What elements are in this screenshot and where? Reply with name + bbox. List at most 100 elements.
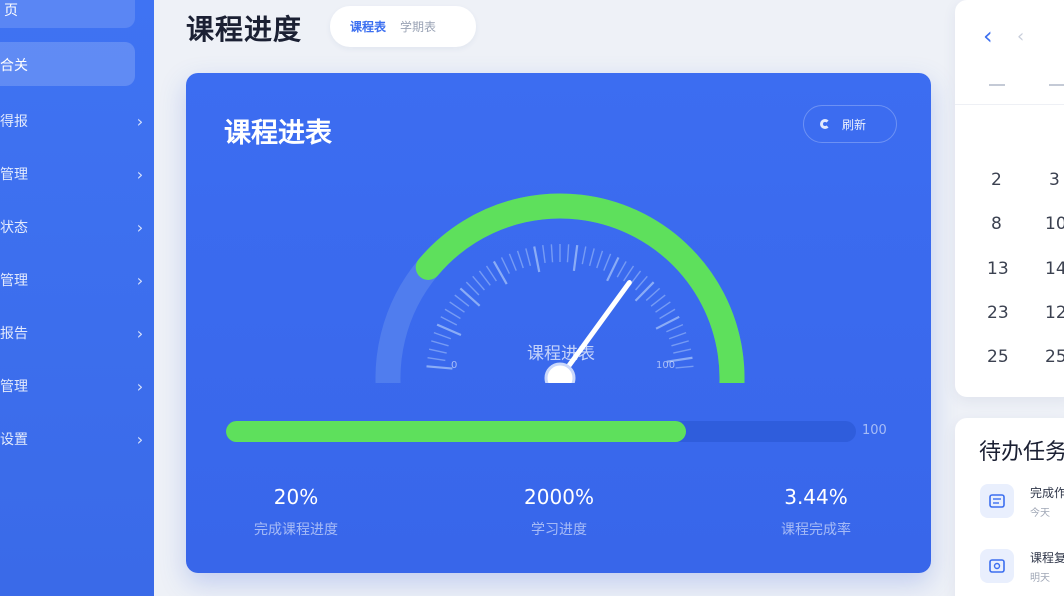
document-icon	[980, 484, 1014, 518]
gauge-tick	[581, 246, 587, 265]
chevron-right-icon: ›	[136, 217, 144, 237]
gauge-tick	[444, 308, 461, 320]
calendar-day[interactable]: 10	[1045, 214, 1064, 234]
sidebar-item-label: 管理	[0, 273, 28, 289]
todo-panel: 待办任务 完成作业 今天 课程复习 明天	[955, 418, 1064, 596]
sidebar-item-5[interactable]: 报告 ›	[0, 313, 154, 353]
gauge-tick	[655, 315, 680, 330]
progress-bar-fill	[226, 421, 686, 442]
sidebar-item-label: 设置	[0, 432, 28, 448]
gauge-tick	[500, 257, 511, 274]
todo-item[interactable]: 完成作业 今天	[980, 484, 1064, 524]
sidebar-item-label: 管理	[0, 167, 28, 183]
stat-2: 2000% 学习进度	[469, 485, 649, 539]
gauge-tick	[634, 281, 655, 302]
sidebar-item-label: 合关	[0, 58, 28, 74]
sidebar: 页 合关 得报 › 管理 › 状态 › 管理 › 报告 › 管理 › 设置 ›	[0, 0, 154, 596]
gauge-tick	[426, 365, 453, 370]
gauge-tick	[433, 331, 452, 340]
todo-item[interactable]: 课程复习 明天	[980, 549, 1064, 589]
calendar-day[interactable]: 8	[991, 214, 1002, 234]
stat-3: 3.44% 课程完成率	[726, 485, 906, 539]
gauge-tick	[533, 246, 541, 273]
stat-value: 20%	[273, 485, 319, 509]
sidebar-item-7[interactable]: 设置 ›	[0, 419, 154, 459]
sidebar-item-2[interactable]: 管理 ›	[0, 154, 154, 194]
gauge-tick	[465, 281, 480, 296]
chevron-right-icon: ›	[136, 429, 144, 449]
gauge-tick	[516, 250, 524, 269]
sidebar-item-label: 状态	[0, 220, 28, 236]
stat-value: 3.44%	[784, 485, 848, 509]
gauge-tick	[635, 275, 648, 291]
stat-label: 完成课程进度	[254, 522, 338, 538]
gauge-tick	[659, 308, 676, 320]
refresh-icon	[820, 119, 830, 129]
gauge-tick	[671, 340, 689, 347]
gauge-tick	[616, 261, 627, 278]
card-title: 课程进表	[224, 118, 332, 149]
progress-end-label: 100	[862, 423, 887, 438]
calendar-day[interactable]: 3	[1049, 170, 1060, 190]
gauge-tick	[525, 248, 532, 267]
gauge-tick	[606, 256, 620, 282]
sidebar-item-6[interactable]: 管理 ›	[0, 366, 154, 406]
calendar-day[interactable]: 2	[991, 170, 1002, 190]
gauge-tick	[603, 253, 612, 271]
todo-item-sub: 明天	[1030, 573, 1050, 584]
chevron-left-icon[interactable]: ‹	[1017, 26, 1024, 47]
calendar-day[interactable]: 25	[1045, 347, 1064, 367]
calendar-day[interactable]: 25	[987, 347, 1009, 367]
gauge-tick	[485, 265, 497, 282]
refresh-button-label: 刷新	[842, 117, 867, 132]
sidebar-item-4[interactable]: 管理 ›	[0, 260, 154, 300]
gauge-tick	[668, 331, 687, 340]
stat-label: 学习进度	[531, 522, 587, 538]
tab-course[interactable]: 课程表	[350, 18, 386, 35]
divider	[955, 104, 1064, 105]
sidebar-item-label: 得报	[0, 114, 28, 130]
todo-item-title: 课程复习	[1030, 551, 1064, 565]
tab-term[interactable]: 学期表	[400, 18, 436, 35]
gauge-tick	[655, 301, 671, 313]
gauge-tick	[449, 301, 465, 313]
gauge-tick	[566, 244, 570, 263]
gauge-tick	[508, 253, 517, 271]
progress-bar	[226, 421, 856, 442]
chevron-left-icon[interactable]: ‹	[983, 22, 993, 50]
sidebar-item-active[interactable]: 合关	[0, 42, 135, 86]
gauge-tick	[675, 365, 694, 369]
chevron-right-icon: ›	[136, 323, 144, 343]
gauge-tick	[459, 287, 481, 307]
stat-value: 2000%	[524, 485, 594, 509]
chevron-right-icon: ›	[136, 270, 144, 290]
sidebar-item-label: 报告	[0, 326, 28, 342]
refresh-button[interactable]: 刷新	[803, 105, 897, 143]
gauge-tick	[440, 316, 458, 326]
chevron-right-icon: ›	[136, 111, 144, 131]
sidebar-item-1[interactable]: 得报 ›	[0, 101, 154, 141]
gauge-max-label: 100	[656, 360, 676, 371]
progress-card: 课程进表 刷新 课程进表 0 100 100 20% 完成课程进度 2000% …	[186, 73, 931, 573]
gauge-tick	[428, 348, 447, 354]
calendar-day[interactable]: 14	[1045, 259, 1064, 279]
sidebar-item-3[interactable]: 状态 ›	[0, 207, 154, 247]
view-switcher: 课程表 学期表	[330, 6, 476, 47]
gauge-min-label: 0	[451, 360, 458, 371]
calendar-day[interactable]: 12	[1045, 303, 1064, 323]
sidebar-item-home[interactable]: 页	[0, 0, 135, 28]
gauge-tick	[427, 357, 446, 362]
todo-item-sub: 今天	[1030, 508, 1050, 519]
calendar-day[interactable]: 13	[987, 259, 1009, 279]
gauge-tick	[650, 294, 666, 307]
calendar-day[interactable]: 23	[987, 303, 1009, 323]
stat-1: 20% 完成课程进度	[206, 485, 386, 539]
stat-label: 课程完成率	[781, 522, 851, 538]
page-title: 课程进度	[186, 13, 303, 46]
gauge-tick	[596, 250, 604, 269]
todo-title: 待办任务	[979, 440, 1064, 465]
calendar-panel: ‹ ‹ 2 3 8 10 13 14 23 12 25 25	[955, 0, 1064, 397]
gauge-label: 课程进表	[527, 344, 595, 364]
gauge-tick	[572, 244, 579, 272]
sidebar-item-label: 页	[4, 3, 18, 19]
